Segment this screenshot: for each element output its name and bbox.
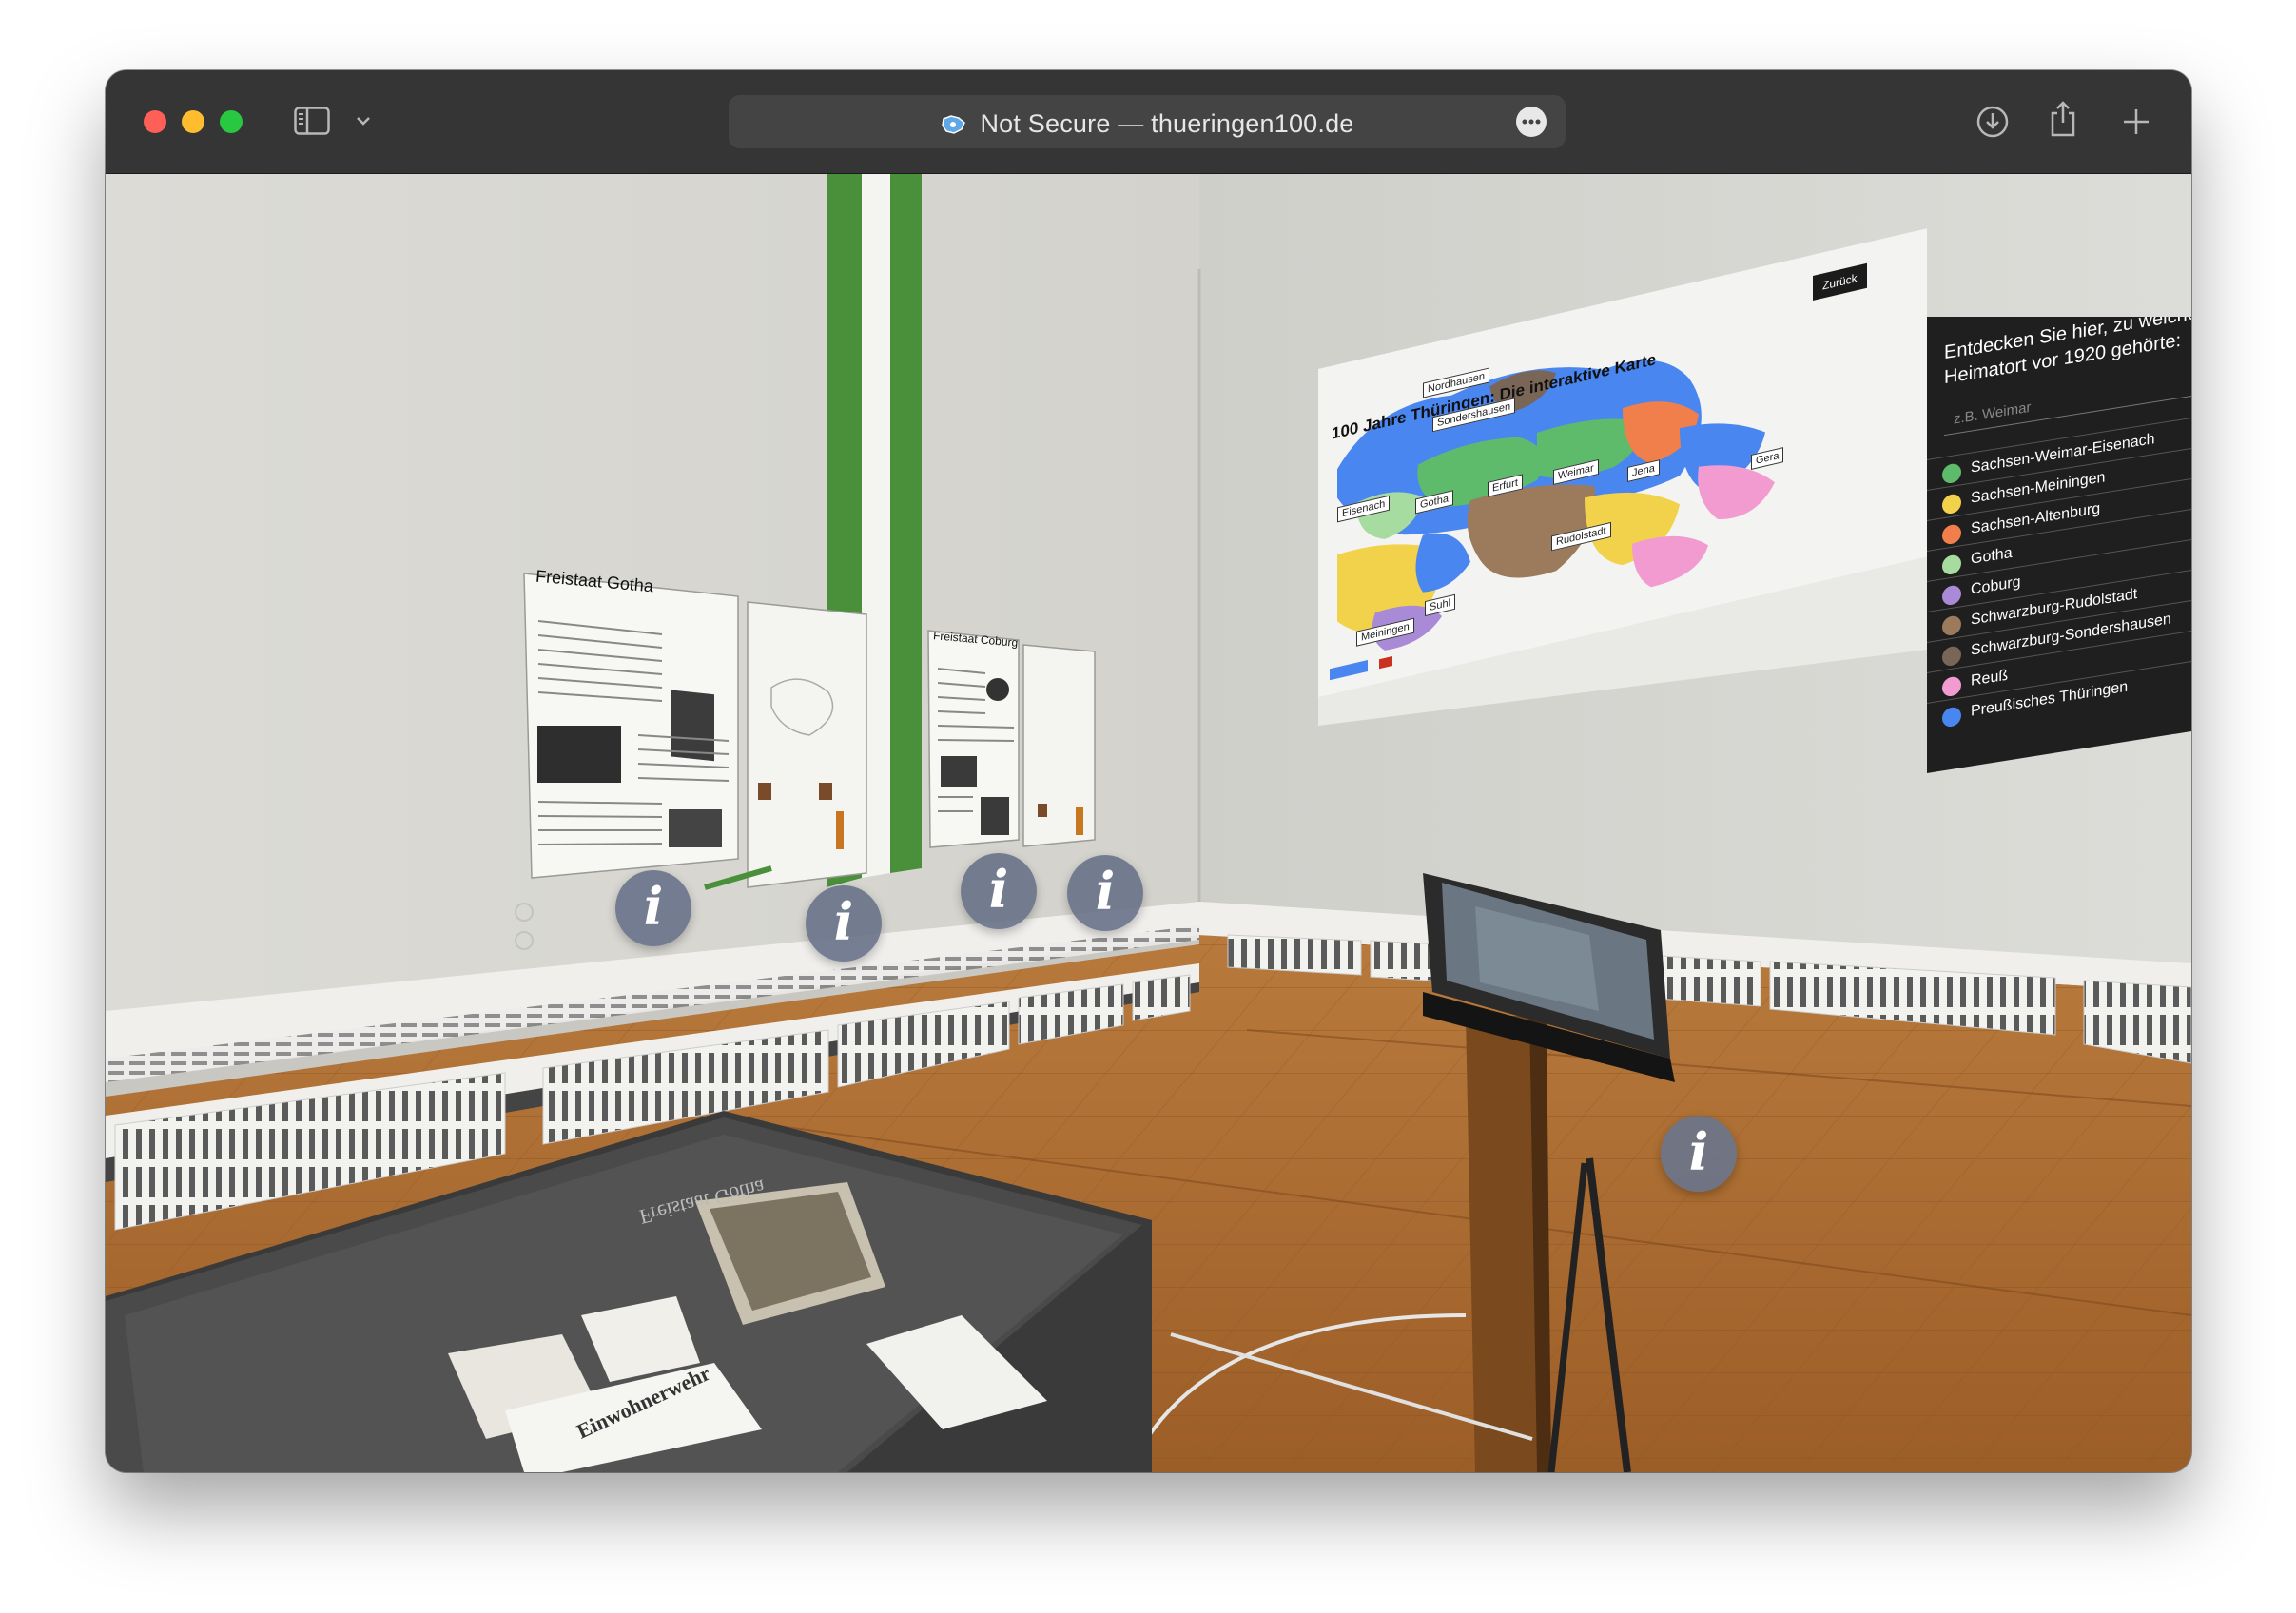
- plus-icon[interactable]: [2121, 107, 2151, 137]
- legend-swatch: [1942, 462, 1961, 485]
- address-text: Not Secure — thueringen100.de: [729, 109, 1566, 143]
- virtual-tour-viewport[interactable]: Freistaat Gotha Einwohnerwehr Freistaat …: [106, 174, 2191, 1472]
- legend-label: Coburg: [1971, 573, 2021, 598]
- ellipsis-icon[interactable]: [1516, 107, 1547, 137]
- site-favicon-icon: [940, 113, 968, 143]
- info-hotspot-gotha-map[interactable]: i: [806, 885, 882, 962]
- info-hotspot-terminal[interactable]: i: [1661, 1116, 1737, 1192]
- sidebar-icon[interactable]: [294, 107, 330, 135]
- legend-label: Reuß: [1971, 667, 2009, 690]
- legend-swatch: [1942, 554, 1961, 576]
- browser-window: Not Secure — thueringen100.de Freistaat …: [106, 70, 2191, 1472]
- download-icon[interactable]: [1975, 105, 2010, 139]
- legend-swatch: [1942, 614, 1961, 637]
- share-icon[interactable]: [2049, 100, 2077, 138]
- info-hotspot-gotha[interactable]: i: [615, 870, 691, 946]
- terminal-stand: [1466, 1016, 1537, 1472]
- legend-label: Gotha: [1971, 544, 2013, 568]
- info-hotspot-coburg[interactable]: i: [961, 853, 1037, 929]
- browser-toolbar: Not Secure — thueringen100.de: [106, 70, 2191, 174]
- legend-swatch: [1942, 706, 1961, 729]
- chevron-down-icon[interactable]: [355, 114, 372, 127]
- legend-swatch: [1942, 493, 1961, 515]
- zoom-window-button[interactable]: [220, 110, 243, 133]
- legend-swatch: [1942, 523, 1961, 546]
- legend-swatch: [1942, 584, 1961, 607]
- address-bar[interactable]: Not Secure — thueringen100.de: [729, 95, 1566, 148]
- legend-swatch: [1942, 645, 1961, 668]
- close-window-button[interactable]: [144, 110, 166, 133]
- map-sidebar: Entdecken Sie hier, zu welche Heimatort …: [1927, 317, 2191, 878]
- minimize-window-button[interactable]: [182, 110, 204, 133]
- address-url: Not Secure — thueringen100.de: [980, 109, 1354, 138]
- info-hotspot-coburg-chart[interactable]: i: [1067, 855, 1143, 931]
- legend-swatch: [1942, 675, 1961, 698]
